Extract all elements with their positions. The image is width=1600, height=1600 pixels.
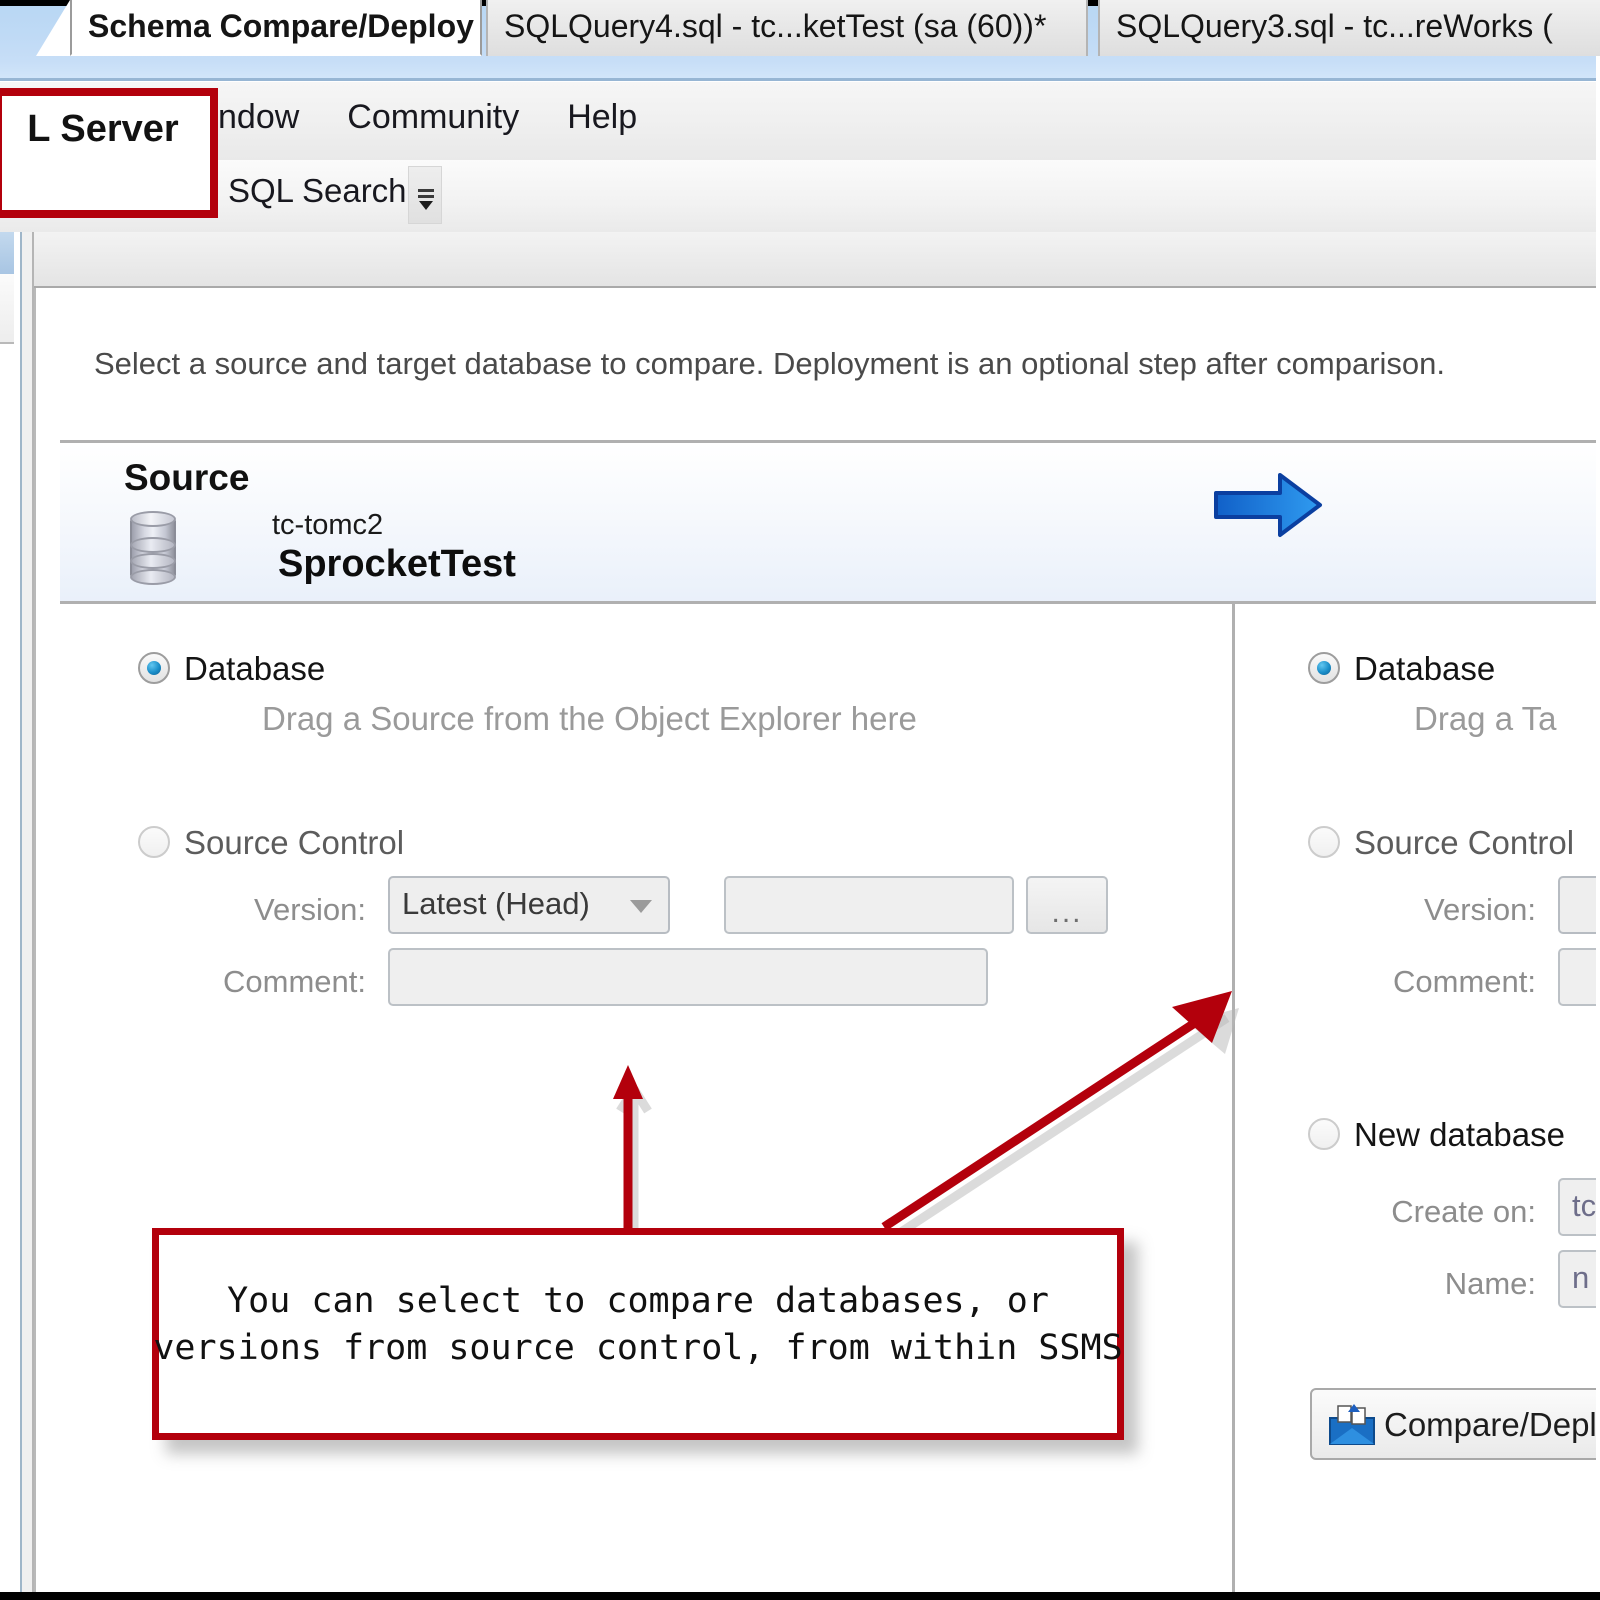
red-up-arrow-icon [612,1055,660,1235]
source-heading: Source [124,457,250,498]
tab-schema-compare-deploy[interactable]: Schema Compare/Deploy [70,0,482,56]
object-explorer-dock [0,232,22,1600]
active-tab-skew [36,0,70,56]
menu-items: ndow Community Help [218,98,637,137]
menu-item-window[interactable]: ndow [218,98,299,137]
source-browse-button[interactable]: ... [1026,876,1108,934]
cylinder-ring-2 [130,553,176,569]
annotation-topleft-text: L Server [27,108,179,150]
target-comment-input[interactable] [1558,948,1600,1006]
sql-search-button[interactable]: SQL Search [228,172,407,210]
object-explorer-tab-stub[interactable] [0,232,14,274]
dock-splitter[interactable] [22,232,34,1600]
document-tabstrip [34,232,1600,288]
tab-sqlquery4[interactable]: SQLQuery4.sql - tc...ketTest (sa (60))* [486,0,1088,56]
source-comment-label: Comment: [223,964,366,999]
source-header-band: Source tc-tomc2 SprocketTest [60,443,1600,603]
chevron-down-icon [630,900,652,913]
compare-deploy-button[interactable]: Compare/Deplo [1310,1388,1600,1460]
database-cylinder-icon [124,509,182,587]
red-diagonal-arrow-icon [880,985,1270,1240]
cylinder-ring-1 [130,537,176,553]
tab-label: SQLQuery4.sql - tc...ketTest (sa (60))* [504,8,1047,44]
target-create-on-input[interactable]: tc [1558,1178,1600,1236]
target-create-on-label: Create on: [1391,1194,1536,1229]
target-version-label: Version: [1423,892,1536,927]
toolbar-overflow-icon[interactable] [408,166,442,224]
window-right-edge [1596,0,1600,1600]
blue-right-arrow-icon [1212,471,1324,539]
app-window: ndow Community Help SQL Search Schema Co… [0,0,1600,1600]
source-path-input[interactable] [724,876,1014,934]
source-database-name: SprocketTest [278,543,516,585]
source-database-label: Database [184,650,326,687]
window-bottom-edge [0,1592,1600,1600]
tab-label: Schema Compare/Deploy [88,8,474,44]
object-explorer-toolbar-stub [0,274,14,344]
target-drag-hint: Drag a Ta [1414,700,1557,737]
target-database-radio[interactable] [1308,652,1340,684]
target-database-label: Database [1354,650,1496,687]
overflow-bar-top [418,189,434,192]
target-create-on-value: tc [1572,1188,1597,1223]
tab-sqlquery3[interactable]: SQLQuery3.sql - tc...reWorks ( [1098,0,1600,56]
source-drag-hint: Drag a Source from the Object Explorer h… [262,700,917,737]
chevron-down-icon [419,201,433,210]
tab-label: SQLQuery3.sql - tc...reWorks ( [1116,8,1553,44]
target-source-control-label: Source Control [1354,824,1575,861]
target-comment-label: Comment: [1393,964,1536,999]
target-new-database-label: New database [1354,1116,1565,1153]
overflow-bar-bottom [418,195,434,198]
target-name-input[interactable]: n [1558,1250,1600,1308]
source-version-label: Version: [253,892,366,927]
source-browse-label: ... [1051,896,1083,929]
cylinder-ring-3 [130,569,176,585]
intro-description: Select a source and target database to c… [94,346,1445,381]
menu-item-help[interactable]: Help [567,98,637,137]
source-server-name: tc-tomc2 [272,509,384,541]
target-new-database-radio[interactable] [1308,1118,1340,1150]
source-source-control-radio[interactable] [138,826,170,858]
target-source-control-radio[interactable] [1308,826,1340,858]
menu-item-community[interactable]: Community [347,98,519,137]
compare-deploy-label: Compare/Deplo [1384,1406,1600,1443]
source-version-combo[interactable]: Latest (Head) [388,876,670,934]
target-name-label: Name: [1444,1266,1536,1301]
annotation-callout-text: You can select to compare databases, or … [153,1281,1123,1368]
source-version-value: Latest (Head) [402,886,590,921]
target-version-combo[interactable] [1558,876,1600,934]
compare-deploy-icon [1328,1402,1376,1446]
target-name-value: n [1572,1260,1590,1295]
divider-source-bottom [60,601,1600,604]
source-source-control-label: Source Control [184,824,405,861]
source-database-radio[interactable] [138,652,170,684]
titlebar-divider [0,78,1600,81]
cylinder-ring-top [130,511,176,527]
